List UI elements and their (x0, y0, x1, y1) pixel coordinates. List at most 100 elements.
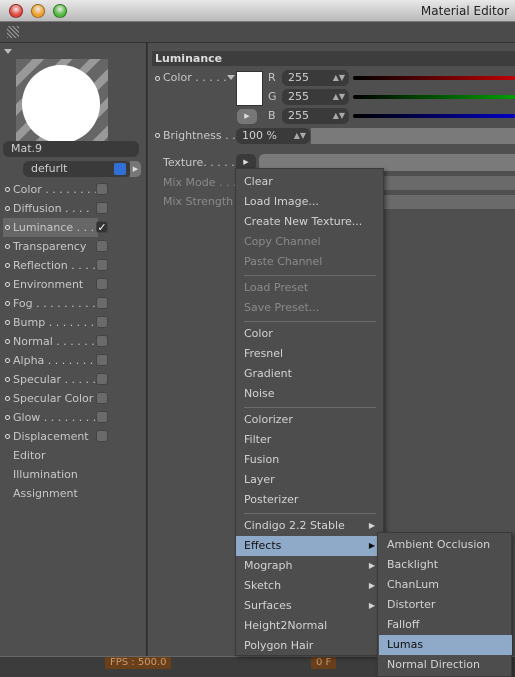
rgb-channel-label: R (268, 71, 276, 84)
checkbox[interactable] (96, 411, 108, 423)
checkbox-checked[interactable]: ✓ (96, 221, 108, 233)
checkbox[interactable] (96, 392, 108, 404)
menu-item[interactable]: Polygon Hair (236, 636, 383, 656)
rgb-value: 255 (288, 109, 309, 122)
rgb-value: 255 (288, 71, 309, 84)
preview-sphere (22, 65, 100, 143)
stepper-icon[interactable]: ▲▼ (333, 89, 345, 105)
stepper-icon[interactable]: ▲▼ (333, 108, 345, 124)
submenu-item[interactable]: Ambient Occlusion (379, 535, 512, 555)
submenu-item[interactable]: Normal Direction (379, 655, 512, 675)
animate-dot-icon[interactable] (155, 133, 160, 138)
channel-item[interactable]: Transparency (3, 237, 98, 256)
checkbox[interactable] (96, 297, 108, 309)
menu-item[interactable]: Layer (236, 470, 383, 490)
menu-item[interactable]: Gradient (236, 364, 383, 384)
channel-item[interactable]: Illumination (3, 465, 98, 484)
channel-item[interactable]: Displacement (3, 427, 98, 446)
animate-dot-icon[interactable] (155, 76, 160, 81)
checkbox[interactable] (96, 430, 108, 442)
rgb-slider[interactable] (353, 76, 515, 80)
menu-item[interactable]: Filter (236, 430, 383, 450)
grip-icon[interactable] (7, 26, 19, 38)
rgb-value-field[interactable]: 255 ▲▼ (282, 89, 349, 105)
channel-item[interactable]: Bump . . . . . . . (3, 313, 98, 332)
checkbox[interactable] (96, 183, 108, 195)
channel-item[interactable]: Reflection . . . . (3, 256, 98, 275)
menu-item[interactable]: Load Preset (236, 278, 383, 298)
menu-item[interactable]: Cindigo 2.2 Stable ▶ (236, 516, 383, 536)
channel-item[interactable]: Glow . . . . . . . . (3, 408, 98, 427)
section-header: Luminance (152, 51, 515, 66)
submenu-item[interactable]: Lumas (379, 635, 512, 655)
menu-item[interactable]: Effects ▶ (236, 536, 383, 556)
menu-item[interactable]: Paste Channel (236, 252, 383, 272)
channel-item[interactable]: Editor (3, 446, 98, 465)
checkbox[interactable] (96, 202, 108, 214)
menu-item[interactable]: Posterizer (236, 490, 383, 510)
channel-item[interactable]: Environment (3, 275, 98, 294)
menu-item[interactable]: Fresnel (236, 344, 383, 364)
menu-item[interactable]: Copy Channel (236, 232, 383, 252)
menu-item[interactable]: Height2Normal (236, 616, 383, 636)
color-swatch[interactable] (236, 71, 263, 106)
material-preview[interactable] (16, 59, 108, 150)
submenu-item[interactable]: Falloff (379, 615, 512, 635)
channel-item[interactable]: Luminance . . . (3, 218, 98, 237)
channel-item[interactable]: Normal . . . . . . (3, 332, 98, 351)
zoom-button[interactable] (53, 4, 67, 18)
menu-separator (244, 513, 376, 514)
menu-item-label: Cindigo 2.2 Stable (244, 519, 345, 532)
stepper-icon[interactable]: ▲▼ (333, 70, 345, 86)
menu-item[interactable]: Mograph ▶ (236, 556, 383, 576)
channel-label: Bump . . . . . . . (13, 316, 95, 329)
channel-item[interactable]: Specular . . . . . (3, 370, 98, 389)
menu-item[interactable]: Sketch ▶ (236, 576, 383, 596)
menu-item[interactable]: Colorizer (236, 410, 383, 430)
menu-item-label: Load Image... (244, 195, 319, 208)
checkbox[interactable] (96, 259, 108, 271)
menu-item[interactable]: Color (236, 324, 383, 344)
color-mode-dropdown-icon[interactable] (227, 75, 235, 80)
rgb-slider[interactable] (353, 95, 515, 99)
submenu-item[interactable]: Backlight (379, 555, 512, 575)
checkbox[interactable] (96, 373, 108, 385)
menu-item[interactable]: Fusion (236, 450, 383, 470)
menu-item[interactable]: Clear (236, 172, 383, 192)
brightness-slider[interactable] (311, 128, 515, 144)
menu-item[interactable]: Save Preset... (236, 298, 383, 318)
channel-item[interactable]: Diffusion . . . . (3, 199, 98, 218)
layer-menu-arrow-icon[interactable]: ▶ (130, 161, 141, 177)
menu-item[interactable]: Noise (236, 384, 383, 404)
rgb-value-field[interactable]: 255 ▲▼ (282, 108, 349, 124)
checkbox[interactable] (96, 278, 108, 290)
minimize-button[interactable] (31, 4, 45, 18)
menu-item-label: Effects (244, 539, 282, 552)
channel-item[interactable]: Specular Color (3, 389, 98, 408)
checkbox[interactable] (96, 335, 108, 347)
checkbox[interactable] (96, 354, 108, 366)
close-button[interactable] (9, 4, 23, 18)
animate-dot-icon (5, 358, 10, 363)
collapse-triangle-icon[interactable] (4, 49, 12, 54)
checkbox[interactable] (96, 316, 108, 328)
color-options-button[interactable]: ▶ (237, 109, 257, 124)
menu-item[interactable]: Load Image... (236, 192, 383, 212)
submenu-item[interactable]: Distorter (379, 595, 512, 615)
menu-item-label: Layer (244, 473, 275, 486)
brightness-field[interactable]: 100 % ▲▼ (236, 128, 310, 144)
channel-item[interactable]: Assignment (3, 484, 98, 503)
menu-item-label: Save Preset... (244, 301, 320, 314)
channel-item[interactable]: Color . . . . . . . . (3, 180, 98, 199)
submenu-item[interactable]: ChanLum (379, 575, 512, 595)
checkbox[interactable] (96, 240, 108, 252)
channel-item[interactable]: Fog . . . . . . . . . (3, 294, 98, 313)
layer-field[interactable]: defurlt (23, 161, 131, 177)
rgb-slider[interactable] (353, 114, 515, 118)
material-name-field[interactable]: Mat.9 (3, 141, 139, 157)
menu-item[interactable]: Surfaces ▶ (236, 596, 383, 616)
rgb-value-field[interactable]: 255 ▲▼ (282, 70, 349, 86)
submenu-arrow-icon: ▶ (368, 541, 375, 550)
menu-item[interactable]: Create New Texture... (236, 212, 383, 232)
channel-item[interactable]: Alpha . . . . . . . . (3, 351, 98, 386)
